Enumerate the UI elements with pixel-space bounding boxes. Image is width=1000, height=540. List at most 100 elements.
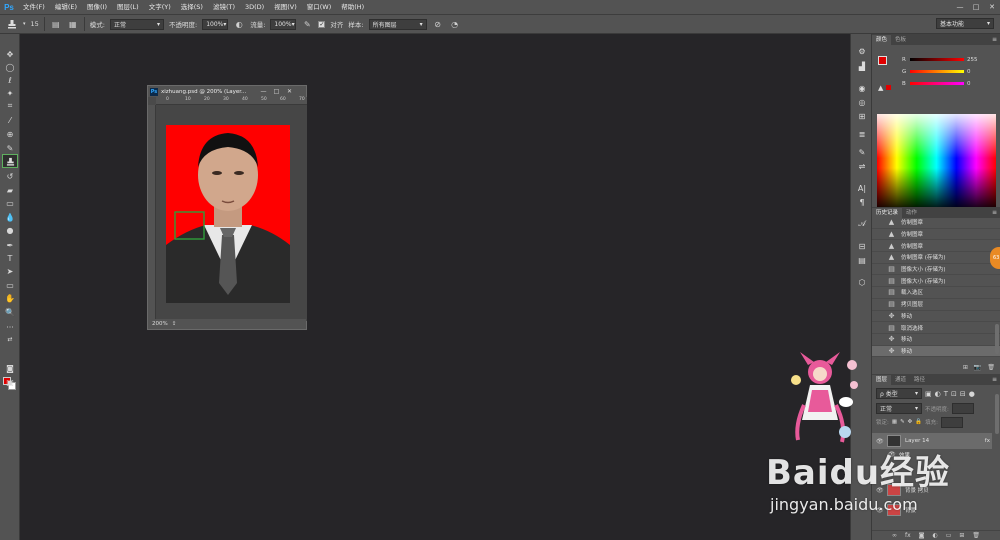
layers-scrollbar[interactable] [995,394,999,434]
history-item[interactable]: ▤ 取消选择 [872,322,1000,334]
layer-name[interactable]: 背景 [905,506,916,514]
history-item[interactable]: ▤ 载入选区 [872,287,1000,299]
menu-item[interactable]: 图像(I) [82,0,112,14]
workspace-select[interactable]: 基本功能 ▾ [936,18,994,29]
slider-b-track[interactable] [910,82,964,85]
menu-item[interactable]: 3D(D) [240,0,269,14]
history-item[interactable]: ✥ 移动 [872,334,1000,346]
hand-tool-icon[interactable]: ✋ [3,292,17,304]
mode-select[interactable]: 正常 ▾ [110,18,164,30]
clone-stamp-tool-preset-icon[interactable] [6,18,18,30]
filter-shape-icon[interactable]: ⊡ [951,390,957,398]
fill-input[interactable] [941,416,963,428]
history-snapshot-checkbox[interactable] [876,325,882,331]
ruler-left[interactable] [148,105,156,321]
airbrush-icon[interactable]: ✎ [301,18,313,30]
eyedropper-tool-icon[interactable]: ⁄ [3,114,17,126]
info-icon[interactable]: ⊟ [856,240,868,252]
new-document-from-state-icon[interactable]: ⊞ [963,364,968,371]
slider-g[interactable]: G 0 [902,68,992,75]
menu-item[interactable]: 图层(L) [112,0,144,14]
snapshot-camera-icon[interactable]: 📷 [974,364,981,371]
paragraph-icon[interactable]: ¶ [856,196,868,208]
menu-item[interactable]: 选择(S) [176,0,208,14]
history-item[interactable]: ▲ 仿制图章 [872,240,1000,253]
pressure-opacity-icon[interactable]: ◐ [233,18,245,30]
ignore-adjustment-layers-icon[interactable]: ⊘ [432,18,444,30]
shape-tool-icon[interactable]: ▭ [3,279,17,291]
brush-tool-icon[interactable]: ✎ [3,142,17,154]
menu-item[interactable]: 窗口(W) [302,0,337,14]
pen-tool-icon[interactable]: ✒ [3,239,17,251]
sample-select[interactable]: 所有图层 ▾ [368,18,427,30]
slider-g-value[interactable]: 0 [967,69,971,75]
more-tools-icon[interactable]: ··· [3,321,17,333]
floating-helper-button[interactable]: 63 [990,247,1000,269]
filter-pixel-icon[interactable]: ▣ [925,390,932,398]
filter-smart-icon[interactable]: ⊟ [960,390,966,398]
canvas-area[interactable] [20,34,850,540]
brush-size-label[interactable]: 15 [31,20,39,28]
lasso-tool-icon[interactable]: ℓ [3,74,17,86]
history-snapshot-checkbox[interactable] [876,289,882,295]
filter-adjustment-icon[interactable]: ◐ [935,390,941,398]
filter-toggle-icon[interactable]: ● [969,390,975,398]
tab-paths[interactable]: 路径 [910,375,929,385]
menu-item[interactable]: 编辑(E) [50,0,82,14]
document-window[interactable]: Ps xizhuang.psd @ 200% (Layer... — □ ✕ 0… [147,85,307,330]
glyphs-icon[interactable]: 𝒜 [856,218,868,230]
panel-menu-icon[interactable]: ≡ [992,36,997,43]
document-canvas[interactable] [156,105,307,321]
filter-type-icon[interactable]: T [944,390,948,398]
slider-r-value[interactable]: 255 [967,57,978,63]
history-snapshot-checkbox[interactable] [876,278,882,284]
layer-row[interactable]: 👁 背景 [872,502,992,518]
document-titlebar[interactable]: Ps xizhuang.psd @ 200% (Layer... — □ ✕ [148,86,306,97]
history-brush-tool-icon[interactable]: ↺ [3,170,17,182]
history-item[interactable]: ▲ 仿制图章 [872,229,1000,241]
navigator-icon[interactable]: ▤ [856,254,868,266]
styles-icon[interactable]: ⊞ [856,110,868,122]
history-item[interactable]: ▤ 拷贝图层 [872,299,1000,311]
ruler-top[interactable]: 0 10 20 30 40 50 60 70 [156,97,307,105]
blur-tool-icon[interactable]: 💧 [3,211,17,223]
new-group-icon[interactable]: ▭ [946,532,952,539]
slider-r[interactable]: R 255 [902,56,992,63]
tab-swatches[interactable]: 色板 [891,35,910,45]
close-button[interactable]: ✕ [984,0,1000,14]
lock-all-icon[interactable]: 🔒 [915,419,922,425]
history-scrollbar[interactable] [995,324,999,354]
trash-icon[interactable]: 🗑 [987,364,995,371]
tab-layers[interactable]: 图层 [872,375,892,385]
magic-wand-tool-icon[interactable]: ✦ [3,87,17,99]
brush-presets-icon[interactable]: ≣ [856,128,868,140]
clone-source-panel-icon[interactable]: ⇌ [856,160,868,172]
color-spectrum[interactable] [877,114,996,212]
lock-position-icon[interactable]: ✥ [908,419,913,425]
menu-item[interactable]: 滤镜(T) [208,0,240,14]
history-snapshot-checkbox[interactable] [876,336,882,342]
history-snapshot-checkbox[interactable] [876,348,882,354]
flow-input[interactable]: 100% ▾ [270,18,297,30]
layer-opacity-input[interactable] [951,403,974,414]
crop-tool-icon[interactable]: ⌗ [3,100,17,112]
layer-effects-label[interactable]: 效果 [899,451,910,459]
link-layers-icon[interactable]: ∞ [892,532,897,539]
path-selection-tool-icon[interactable]: ➤ [3,265,17,277]
slider-r-track[interactable] [910,58,964,61]
doc-maximize-button[interactable]: □ [270,86,283,97]
history-snapshot-checkbox[interactable] [876,219,882,225]
layer-effects-row[interactable]: 👁 效果 [872,449,992,460]
color-panel-foreground-swatch[interactable] [878,56,887,65]
eye-icon[interactable]: 👁 [876,438,884,445]
properties-icon[interactable]: ◉ [856,82,868,94]
zoom-tool-icon[interactable]: 🔍 [3,306,17,318]
status-export-icon[interactable]: ⇪ [172,321,177,327]
opacity-input[interactable]: 100% ▾ [202,18,229,30]
swap-colors-icon[interactable]: ⇄ [3,333,17,345]
aligned-checkbox[interactable]: ✓ [318,20,326,28]
clone-source-icon[interactable]: ▦ [67,18,79,30]
history-item[interactable]: ✥ 移动 [872,345,1000,358]
blend-mode-select[interactable]: 正常 ▾ [876,403,922,414]
fx-icon[interactable]: fx [905,532,911,539]
